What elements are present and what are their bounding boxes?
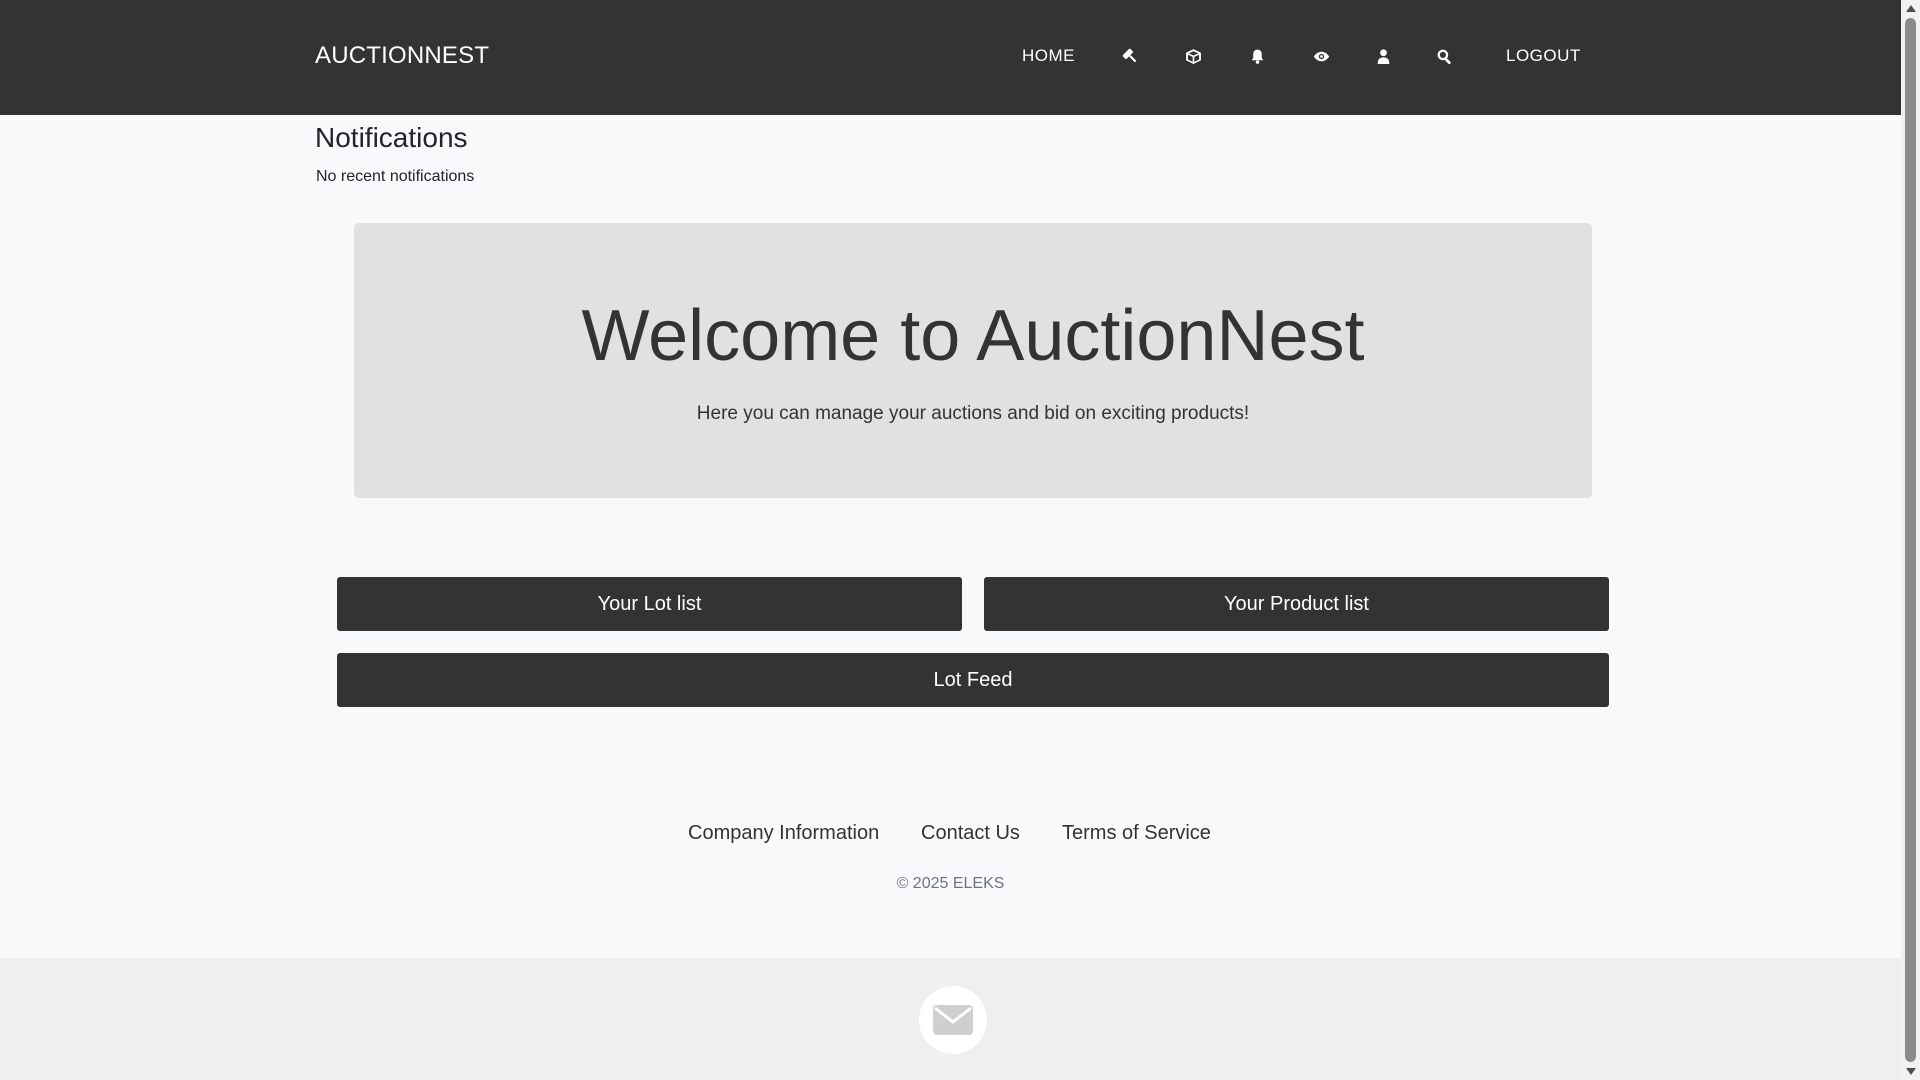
nav-logout-link[interactable]: LOGOUT [1506, 40, 1581, 72]
vertical-scrollbar[interactable] [1901, 0, 1920, 1080]
notifications-empty-text: No recent notifications [316, 168, 475, 185]
envelope-icon [933, 1005, 973, 1035]
eye-icon[interactable] [1309, 40, 1333, 72]
welcome-jumbotron: Welcome to AuctionNest Here you can mana… [354, 223, 1592, 498]
envelope-button[interactable] [919, 986, 987, 1054]
search-icon[interactable] [1432, 40, 1456, 72]
welcome-subtitle: Here you can manage your auctions and bi… [696, 403, 1250, 424]
notifications-heading: Notifications [315, 122, 468, 153]
user-icon[interactable] [1371, 40, 1395, 72]
bell-icon[interactable] [1245, 40, 1269, 72]
cube-icon[interactable] [1181, 40, 1205, 72]
bottom-band [0, 958, 1901, 1080]
welcome-title: Welcome to AuctionNest [581, 296, 1365, 376]
top-navbar: AUCTIONNEST HOME LOGOUT [0, 0, 1901, 115]
footer-link-company-information[interactable]: Company Information [688, 818, 879, 848]
footer-links: Company Information Contact Us Terms of … [0, 818, 1901, 848]
copyright-text: © 2025 ELEKS [896, 875, 1005, 892]
nav-home-link[interactable]: HOME [1022, 40, 1075, 72]
lot-feed-button[interactable]: Lot Feed [337, 653, 1609, 707]
scroll-down-arrow-icon[interactable] [1901, 1063, 1920, 1080]
footer-link-contact-us[interactable]: Contact Us [921, 818, 1020, 848]
scrollbar-thumb[interactable] [1905, 18, 1916, 1062]
your-product-list-button[interactable]: Your Product list [984, 577, 1609, 631]
footer-link-terms-of-service[interactable]: Terms of Service [1062, 818, 1211, 848]
your-lot-list-button[interactable]: Your Lot list [337, 577, 962, 631]
page: AUCTIONNEST HOME LOGOUT Notifications No… [0, 0, 1901, 1080]
scroll-up-arrow-icon[interactable] [1901, 0, 1920, 17]
gavel-icon[interactable] [1118, 40, 1142, 72]
brand-logo[interactable]: AUCTIONNEST [315, 40, 489, 72]
